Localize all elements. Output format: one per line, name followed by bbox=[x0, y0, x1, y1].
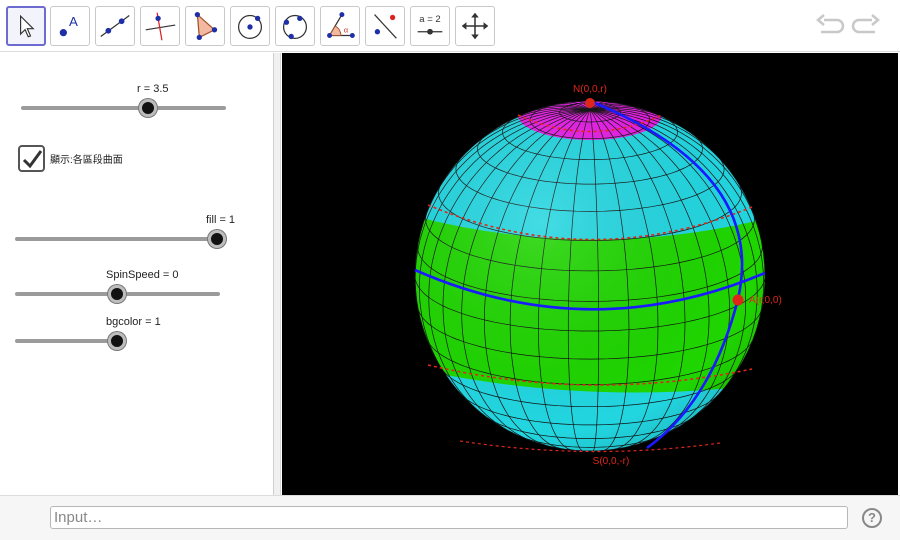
undo-icon bbox=[816, 14, 845, 34]
perpendicular-line-tool-button[interactable] bbox=[140, 6, 180, 46]
reflect-about-line-icon bbox=[374, 14, 397, 39]
input-bar: ? bbox=[0, 495, 900, 540]
svg-text:A: A bbox=[69, 14, 78, 29]
point-a[interactable] bbox=[732, 294, 744, 306]
reflect-tool-button[interactable] bbox=[365, 6, 405, 46]
redo-icon bbox=[851, 14, 880, 34]
slider-fill-knob[interactable] bbox=[208, 230, 226, 248]
circle-three-points-tool-button[interactable] bbox=[275, 6, 315, 46]
polygon-tool-button[interactable] bbox=[185, 6, 225, 46]
slider-r-track[interactable] bbox=[21, 106, 226, 110]
move-graphics-view-tool-button[interactable] bbox=[455, 6, 495, 46]
circle-center-point-tool-button[interactable] bbox=[230, 6, 270, 46]
checkmark-icon bbox=[22, 150, 43, 169]
undo-button[interactable] bbox=[815, 12, 845, 40]
slider-tool-label: a = 2 bbox=[419, 14, 440, 25]
move-tool-button[interactable] bbox=[6, 6, 46, 46]
slider-bgcolor-knob[interactable] bbox=[108, 332, 126, 350]
show-surfaces-checkbox[interactable] bbox=[18, 145, 45, 172]
sphere-drawing: N(0,0,r) A(r,0,0) S(0,0,-r) bbox=[414, 84, 782, 467]
perpendicular-line-icon bbox=[145, 12, 176, 41]
point-tool-button[interactable]: A bbox=[50, 6, 90, 46]
graphics-view-3d[interactable]: N(0,0,r) A(r,0,0) S(0,0,-r) bbox=[282, 53, 898, 495]
point-south-label: S(0,0,-r) bbox=[593, 456, 630, 467]
polygon-icon bbox=[194, 11, 218, 41]
circle-three-points-icon bbox=[282, 14, 308, 40]
slider-bgcolor-track[interactable] bbox=[15, 339, 118, 343]
line-through-points-icon bbox=[100, 15, 130, 37]
slider-spinspeed-label: SpinSpeed = 0 bbox=[106, 269, 179, 281]
slider-spinspeed-knob[interactable] bbox=[108, 285, 126, 303]
help-icon[interactable]: ? bbox=[862, 508, 882, 528]
arrow-cursor-icon bbox=[20, 14, 35, 38]
slider-r-label: r = 3.5 bbox=[137, 83, 169, 95]
slider-fill-label: fill = 1 bbox=[206, 214, 236, 226]
panel-splitter[interactable] bbox=[274, 53, 281, 495]
slider-r-knob[interactable] bbox=[139, 99, 157, 117]
slider-fill-track[interactable] bbox=[15, 237, 220, 241]
angle-icon: α bbox=[327, 12, 355, 38]
point-north[interactable] bbox=[585, 98, 595, 108]
point-with-label-icon: A bbox=[59, 14, 78, 37]
slider-icon: a = 2 bbox=[417, 14, 443, 35]
angle-tool-button[interactable]: α bbox=[320, 6, 360, 46]
slider-bgcolor-label: bgcolor = 1 bbox=[106, 316, 161, 328]
redo-button[interactable] bbox=[851, 12, 881, 40]
point-a-label: A(r,0,0) bbox=[749, 295, 782, 306]
geogebra-app: A α a = 2 r = 3.5 顯示:各區段曲面 fill = 1 Spin… bbox=[0, 0, 900, 540]
point-north-label: N(0,0,r) bbox=[573, 84, 607, 95]
four-arrows-move-icon bbox=[461, 12, 489, 40]
algebra-panel: r = 3.5 顯示:各區段曲面 fill = 1 SpinSpeed = 0 … bbox=[0, 53, 274, 495]
svg-text:α: α bbox=[344, 26, 349, 35]
circle-center-point-icon bbox=[237, 14, 263, 39]
line-tool-button[interactable] bbox=[95, 6, 135, 46]
slider-tool-button[interactable]: a = 2 bbox=[410, 6, 450, 46]
algebra-input-field[interactable] bbox=[50, 506, 848, 529]
toolbar: A α a = 2 bbox=[0, 0, 900, 52]
show-surfaces-label: 顯示:各區段曲面 bbox=[50, 155, 123, 166]
